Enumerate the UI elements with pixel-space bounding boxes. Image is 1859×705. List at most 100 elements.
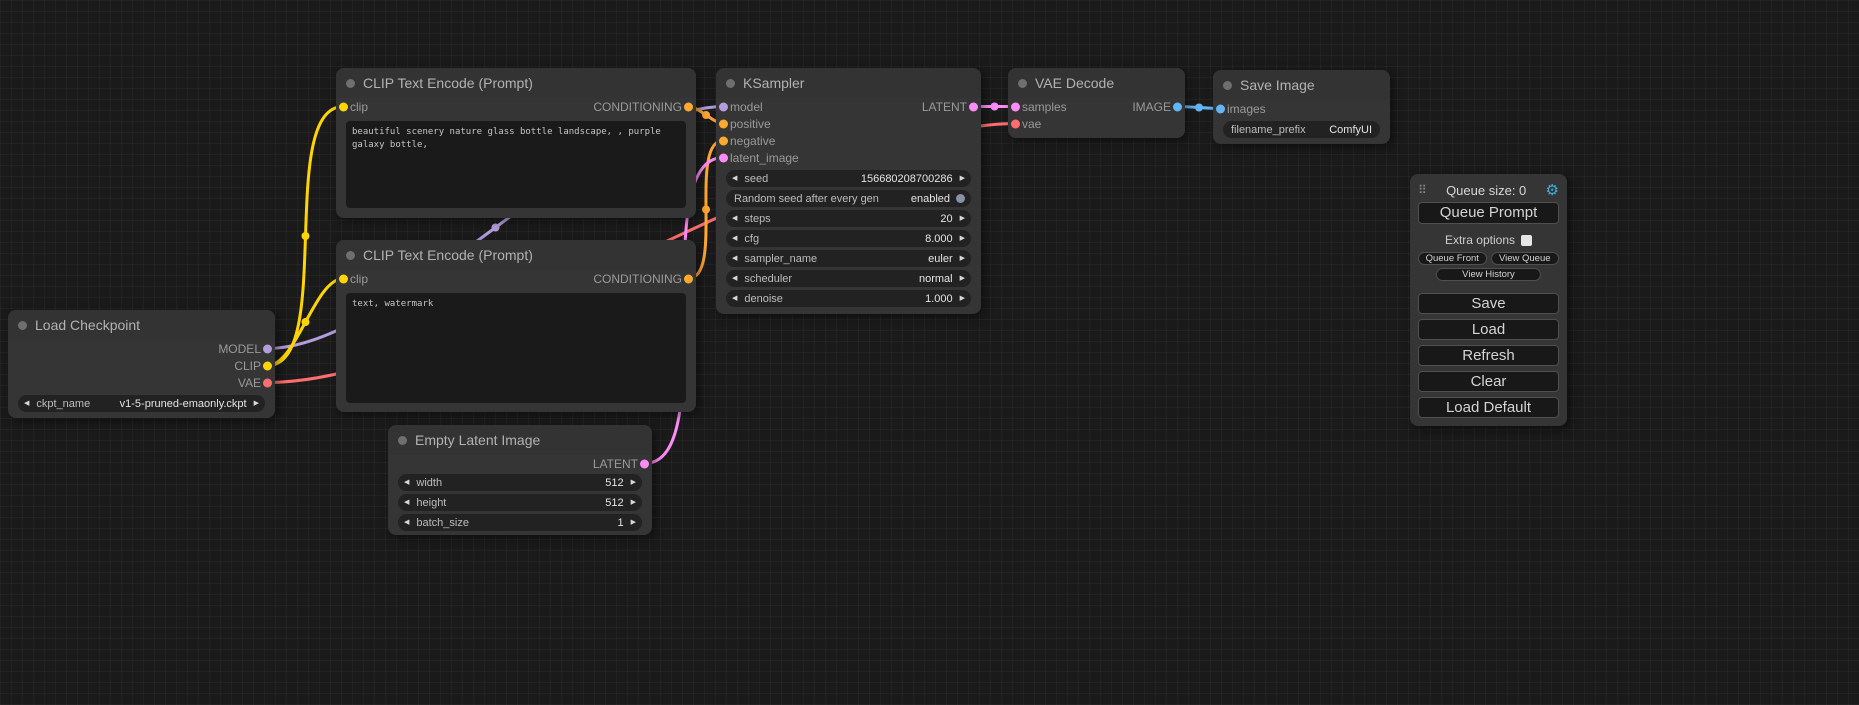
output-slot-latent[interactable] xyxy=(969,102,978,111)
toggle-dot-icon[interactable] xyxy=(956,194,965,203)
input-slot-clip[interactable] xyxy=(339,102,348,111)
decrement-arrow-icon[interactable]: ◀ xyxy=(732,275,737,282)
increment-arrow-icon[interactable]: ▶ xyxy=(631,519,636,526)
output-slot-latent[interactable] xyxy=(640,459,649,468)
increment-arrow-icon[interactable]: ▶ xyxy=(960,235,965,242)
node-title-bar[interactable]: Empty Latent Image xyxy=(388,425,652,455)
decrement-arrow-icon[interactable]: ◀ xyxy=(404,499,409,506)
queue-front-button[interactable]: Queue Front xyxy=(1418,252,1487,265)
input-slot-vae[interactable] xyxy=(1011,119,1020,128)
input-label-positive: positive xyxy=(730,117,771,131)
node-clip-text-encode-positive[interactable]: CLIP Text Encode (Prompt) clip CONDITION… xyxy=(336,68,696,218)
widget-cfg[interactable]: ◀ cfg 8.000 ▶ xyxy=(726,230,971,247)
collapse-dot-icon[interactable] xyxy=(346,251,355,260)
collapse-dot-icon[interactable] xyxy=(1018,79,1027,88)
decrement-arrow-icon[interactable]: ◀ xyxy=(404,519,409,526)
node-title: Save Image xyxy=(1240,77,1315,93)
widget-steps[interactable]: ◀ steps 20 ▶ xyxy=(726,210,971,227)
input-label-negative: negative xyxy=(730,134,775,148)
widget-ckpt-name[interactable]: ◀ ckpt_name v1-5-pruned-emaonly.ckpt ▶ xyxy=(18,395,265,412)
increment-arrow-icon[interactable]: ▶ xyxy=(631,479,636,486)
increment-arrow-icon[interactable]: ▶ xyxy=(960,255,965,262)
node-ksampler[interactable]: KSampler model LATENT positive negative … xyxy=(716,68,981,314)
node-clip-text-encode-negative[interactable]: CLIP Text Encode (Prompt) clip CONDITION… xyxy=(336,240,696,412)
input-slot-latent-image[interactable] xyxy=(719,153,728,162)
increment-arrow-icon[interactable]: ▶ xyxy=(960,295,965,302)
widget-seed[interactable]: ◀ seed 156680208700286 ▶ xyxy=(726,170,971,187)
node-title-bar[interactable]: VAE Decode xyxy=(1008,68,1185,98)
input-slot-images[interactable] xyxy=(1216,104,1225,113)
node-load-checkpoint[interactable]: Load Checkpoint MODEL CLIP VAE ◀ ckpt_na… xyxy=(8,310,275,418)
graph-canvas[interactable]: Load Checkpoint MODEL CLIP VAE ◀ ckpt_na… xyxy=(0,0,1859,705)
output-row-model: MODEL xyxy=(8,340,275,357)
node-title-bar[interactable]: CLIP Text Encode (Prompt) xyxy=(336,240,696,270)
widget-scheduler[interactable]: ◀ scheduler normal ▶ xyxy=(726,270,971,287)
input-slot-negative[interactable] xyxy=(719,136,728,145)
widget-label: filename_prefix xyxy=(1231,124,1329,136)
output-label-conditioning: CONDITIONING xyxy=(593,272,682,286)
widget-label: batch_size xyxy=(416,517,617,529)
decrement-arrow-icon[interactable]: ◀ xyxy=(732,235,737,242)
decrement-arrow-icon[interactable]: ◀ xyxy=(404,479,409,486)
increment-arrow-icon[interactable]: ▶ xyxy=(960,175,965,182)
widget-height[interactable]: ◀ height 512 ▶ xyxy=(398,494,642,511)
node-save-image[interactable]: Save Image images filename_prefix ComfyU… xyxy=(1213,70,1390,144)
widget-sampler-name[interactable]: ◀ sampler_name euler ▶ xyxy=(726,250,971,267)
node-title-bar[interactable]: CLIP Text Encode (Prompt) xyxy=(336,68,696,98)
output-slot-model[interactable] xyxy=(263,344,272,353)
input-slot-clip[interactable] xyxy=(339,274,348,283)
increment-arrow-icon[interactable]: ▶ xyxy=(254,400,259,407)
prompt-textarea[interactable]: text, watermark xyxy=(346,293,686,403)
clear-button[interactable]: Clear xyxy=(1418,371,1559,392)
refresh-button[interactable]: Refresh xyxy=(1418,345,1559,366)
increment-arrow-icon[interactable]: ▶ xyxy=(960,215,965,222)
node-vae-decode[interactable]: VAE Decode samples IMAGE vae xyxy=(1008,68,1185,138)
widget-filename-prefix[interactable]: filename_prefix ComfyUI xyxy=(1223,121,1380,138)
increment-arrow-icon[interactable]: ▶ xyxy=(631,499,636,506)
output-slot-conditioning[interactable] xyxy=(684,102,693,111)
load-default-button[interactable]: Load Default xyxy=(1418,397,1559,418)
collapse-dot-icon[interactable] xyxy=(726,79,735,88)
widget-random-seed[interactable]: Random seed after every gen enabled xyxy=(726,190,971,207)
input-slot-positive[interactable] xyxy=(719,119,728,128)
queue-prompt-button[interactable]: Queue Prompt xyxy=(1418,202,1559,224)
output-slot-clip[interactable] xyxy=(263,361,272,370)
widget-label: sampler_name xyxy=(744,253,928,265)
decrement-arrow-icon[interactable]: ◀ xyxy=(24,400,29,407)
decrement-arrow-icon[interactable]: ◀ xyxy=(732,295,737,302)
extra-options-checkbox[interactable] xyxy=(1521,235,1532,246)
collapse-dot-icon[interactable] xyxy=(1223,81,1232,90)
node-empty-latent-image[interactable]: Empty Latent Image LATENT ◀ width 512 ▶ … xyxy=(388,425,652,535)
node-title-bar[interactable]: Load Checkpoint xyxy=(8,310,275,340)
save-button[interactable]: Save xyxy=(1418,293,1559,314)
output-slot-vae[interactable] xyxy=(263,378,272,387)
output-slot-conditioning[interactable] xyxy=(684,274,693,283)
input-slot-samples[interactable] xyxy=(1011,102,1020,111)
collapse-dot-icon[interactable] xyxy=(346,79,355,88)
collapse-dot-icon[interactable] xyxy=(398,436,407,445)
widget-label: ckpt_name xyxy=(36,398,119,410)
node-title-bar[interactable]: Save Image xyxy=(1213,70,1390,100)
drag-handle-icon[interactable]: ⠿ xyxy=(1418,183,1427,197)
node-title: Empty Latent Image xyxy=(415,432,540,448)
input-slot-model[interactable] xyxy=(719,102,728,111)
increment-arrow-icon[interactable]: ▶ xyxy=(960,275,965,282)
widget-batch-size[interactable]: ◀ batch_size 1 ▶ xyxy=(398,514,642,531)
output-label-clip: CLIP xyxy=(234,359,261,373)
input-row-negative: negative xyxy=(716,132,981,149)
output-slot-image[interactable] xyxy=(1173,102,1182,111)
node-title: KSampler xyxy=(743,75,804,91)
widget-label: steps xyxy=(744,213,940,225)
decrement-arrow-icon[interactable]: ◀ xyxy=(732,215,737,222)
node-title-bar[interactable]: KSampler xyxy=(716,68,981,98)
view-queue-button[interactable]: View Queue xyxy=(1491,252,1560,265)
widget-denoise[interactable]: ◀ denoise 1.000 ▶ xyxy=(726,290,971,307)
prompt-textarea[interactable]: beautiful scenery nature glass bottle la… xyxy=(346,121,686,208)
view-history-button[interactable]: View History xyxy=(1436,268,1540,281)
collapse-dot-icon[interactable] xyxy=(18,321,27,330)
decrement-arrow-icon[interactable]: ◀ xyxy=(732,175,737,182)
load-button[interactable]: Load xyxy=(1418,319,1559,340)
gear-icon[interactable]: ⚙ xyxy=(1546,183,1559,198)
decrement-arrow-icon[interactable]: ◀ xyxy=(732,255,737,262)
widget-width[interactable]: ◀ width 512 ▶ xyxy=(398,474,642,491)
